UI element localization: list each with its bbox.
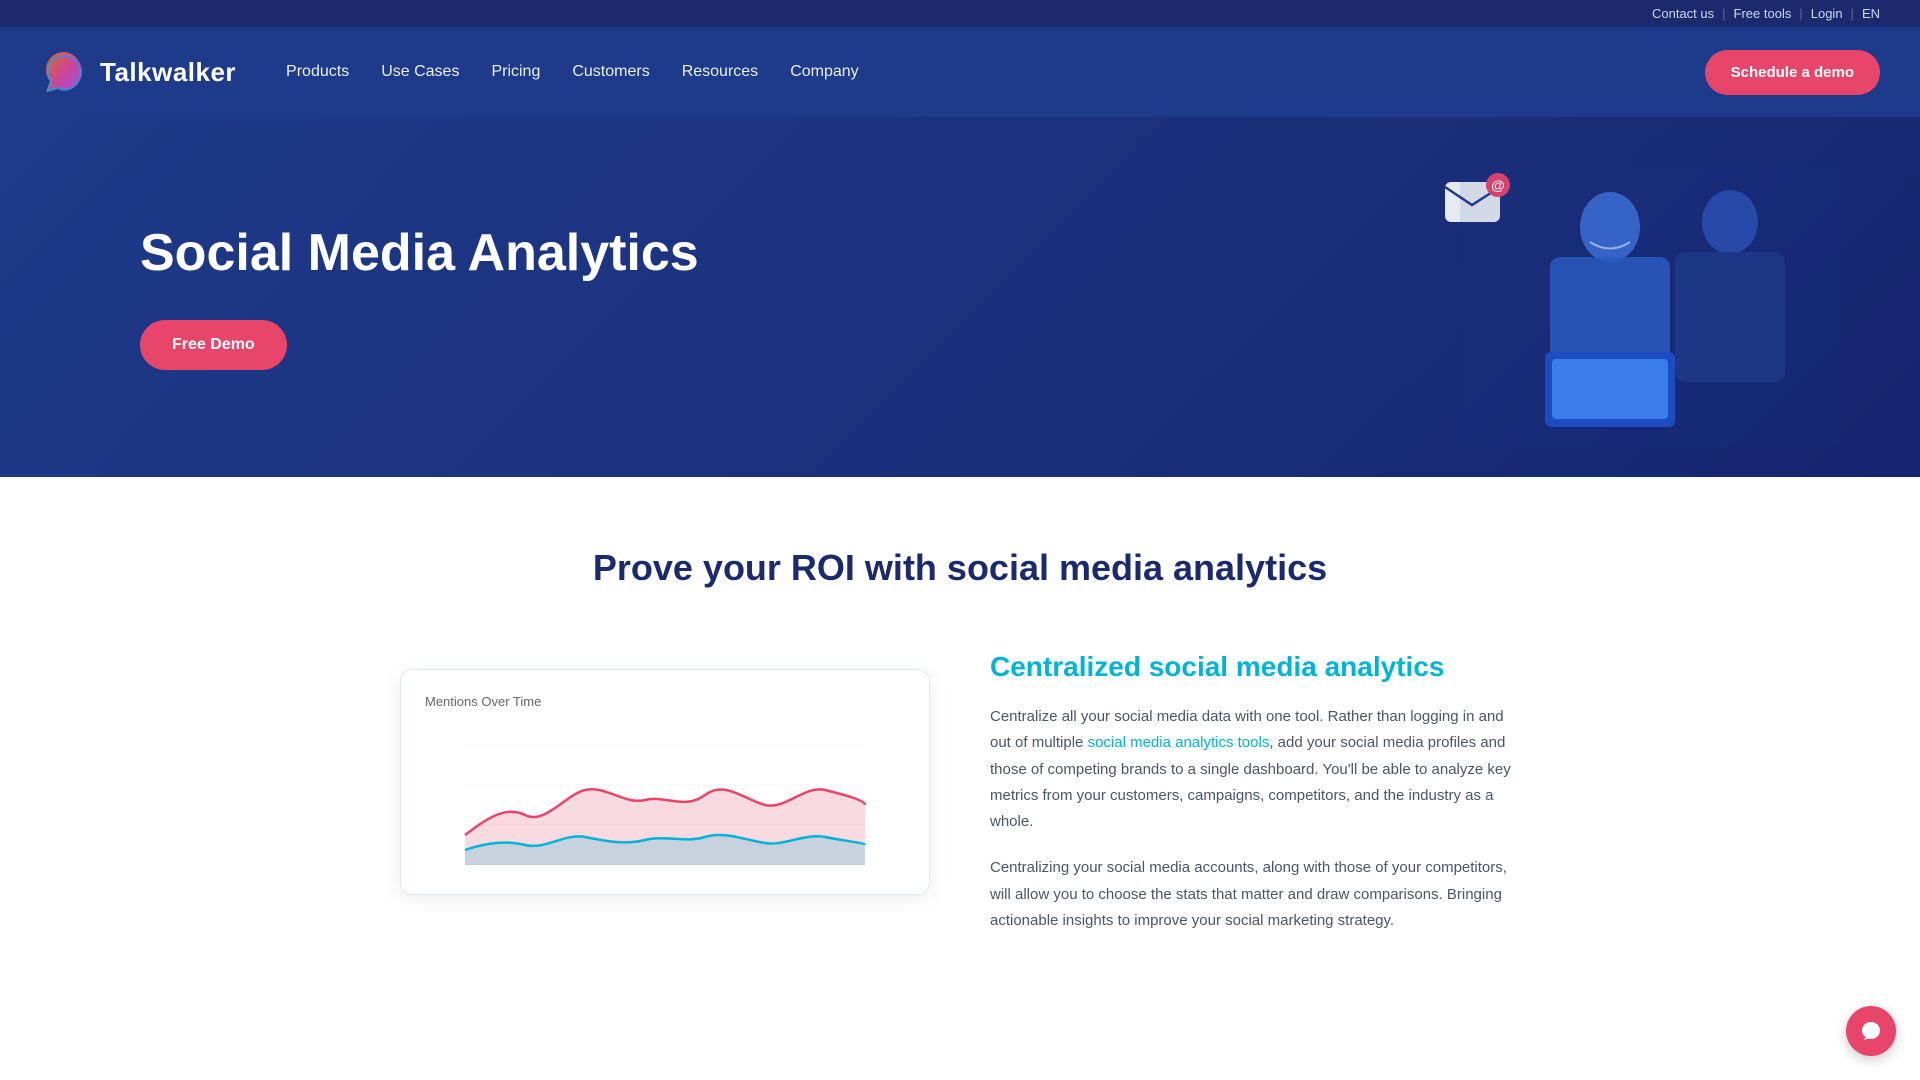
nav-link-resources[interactable]: Resources	[682, 63, 758, 81]
login-link[interactable]: Login	[1811, 6, 1843, 21]
feature-title: Centralized social media analytics	[990, 649, 1520, 684]
divider-2: |	[1799, 6, 1802, 21]
mentions-over-time-chart	[425, 725, 905, 865]
talkwalker-logo-icon	[40, 48, 88, 96]
hero-people-illustration	[1460, 167, 1840, 447]
free-tools-link[interactable]: Free tools	[1734, 6, 1792, 21]
chat-icon	[1860, 1020, 1882, 1042]
social-media-tools-link[interactable]: social media analytics tools	[1088, 734, 1270, 751]
section-title: Prove your ROI with social media analyti…	[0, 547, 1920, 589]
col-left: Mentions Over Time	[400, 649, 930, 949]
top-bar: Contact us | Free tools | Login | EN	[0, 0, 1920, 27]
hero-content: Social Media Analytics Free Demo	[140, 224, 699, 370]
logo-link[interactable]: Talkwalker	[40, 48, 236, 96]
free-demo-button[interactable]: Free Demo	[140, 320, 287, 370]
nav-links: Products Use Cases Pricing Customers Res…	[286, 63, 859, 81]
two-column-section: Mentions Over Time Centralized s	[360, 649, 1560, 954]
chart-card: Mentions Over Time	[400, 669, 930, 895]
main-content: Prove your ROI with social media analyti…	[0, 477, 1920, 1014]
nav-link-company[interactable]: Company	[790, 63, 858, 81]
nav-left: Talkwalker Products Use Cases Pricing Cu…	[40, 48, 859, 96]
chart-label: Mentions Over Time	[425, 694, 905, 709]
nav-link-products[interactable]: Products	[286, 63, 349, 81]
divider-3: |	[1851, 6, 1854, 21]
main-nav: Talkwalker Products Use Cases Pricing Cu…	[0, 27, 1920, 117]
schedule-demo-button[interactable]: Schedule a demo	[1705, 50, 1880, 95]
hero-illustration: @	[1420, 147, 1840, 447]
nav-link-use-cases[interactable]: Use Cases	[381, 63, 459, 81]
hero-title: Social Media Analytics	[140, 224, 699, 284]
feature-paragraph-1: Centralize all your social media data wi…	[990, 704, 1520, 835]
nav-link-pricing[interactable]: Pricing	[491, 63, 540, 81]
divider-1: |	[1722, 6, 1725, 21]
feature-paragraph-2: Centralizing your social media accounts,…	[990, 855, 1520, 934]
chat-bubble-button[interactable]	[1846, 1006, 1896, 1056]
nav-link-customers[interactable]: Customers	[572, 63, 649, 81]
language-selector[interactable]: EN	[1862, 6, 1880, 21]
col-right: Centralized social media analytics Centr…	[990, 649, 1520, 954]
hero-section: Social Media Analytics Free Demo @	[0, 117, 1920, 477]
logo-text: Talkwalker	[100, 57, 236, 88]
contact-us-link[interactable]: Contact us	[1652, 6, 1714, 21]
